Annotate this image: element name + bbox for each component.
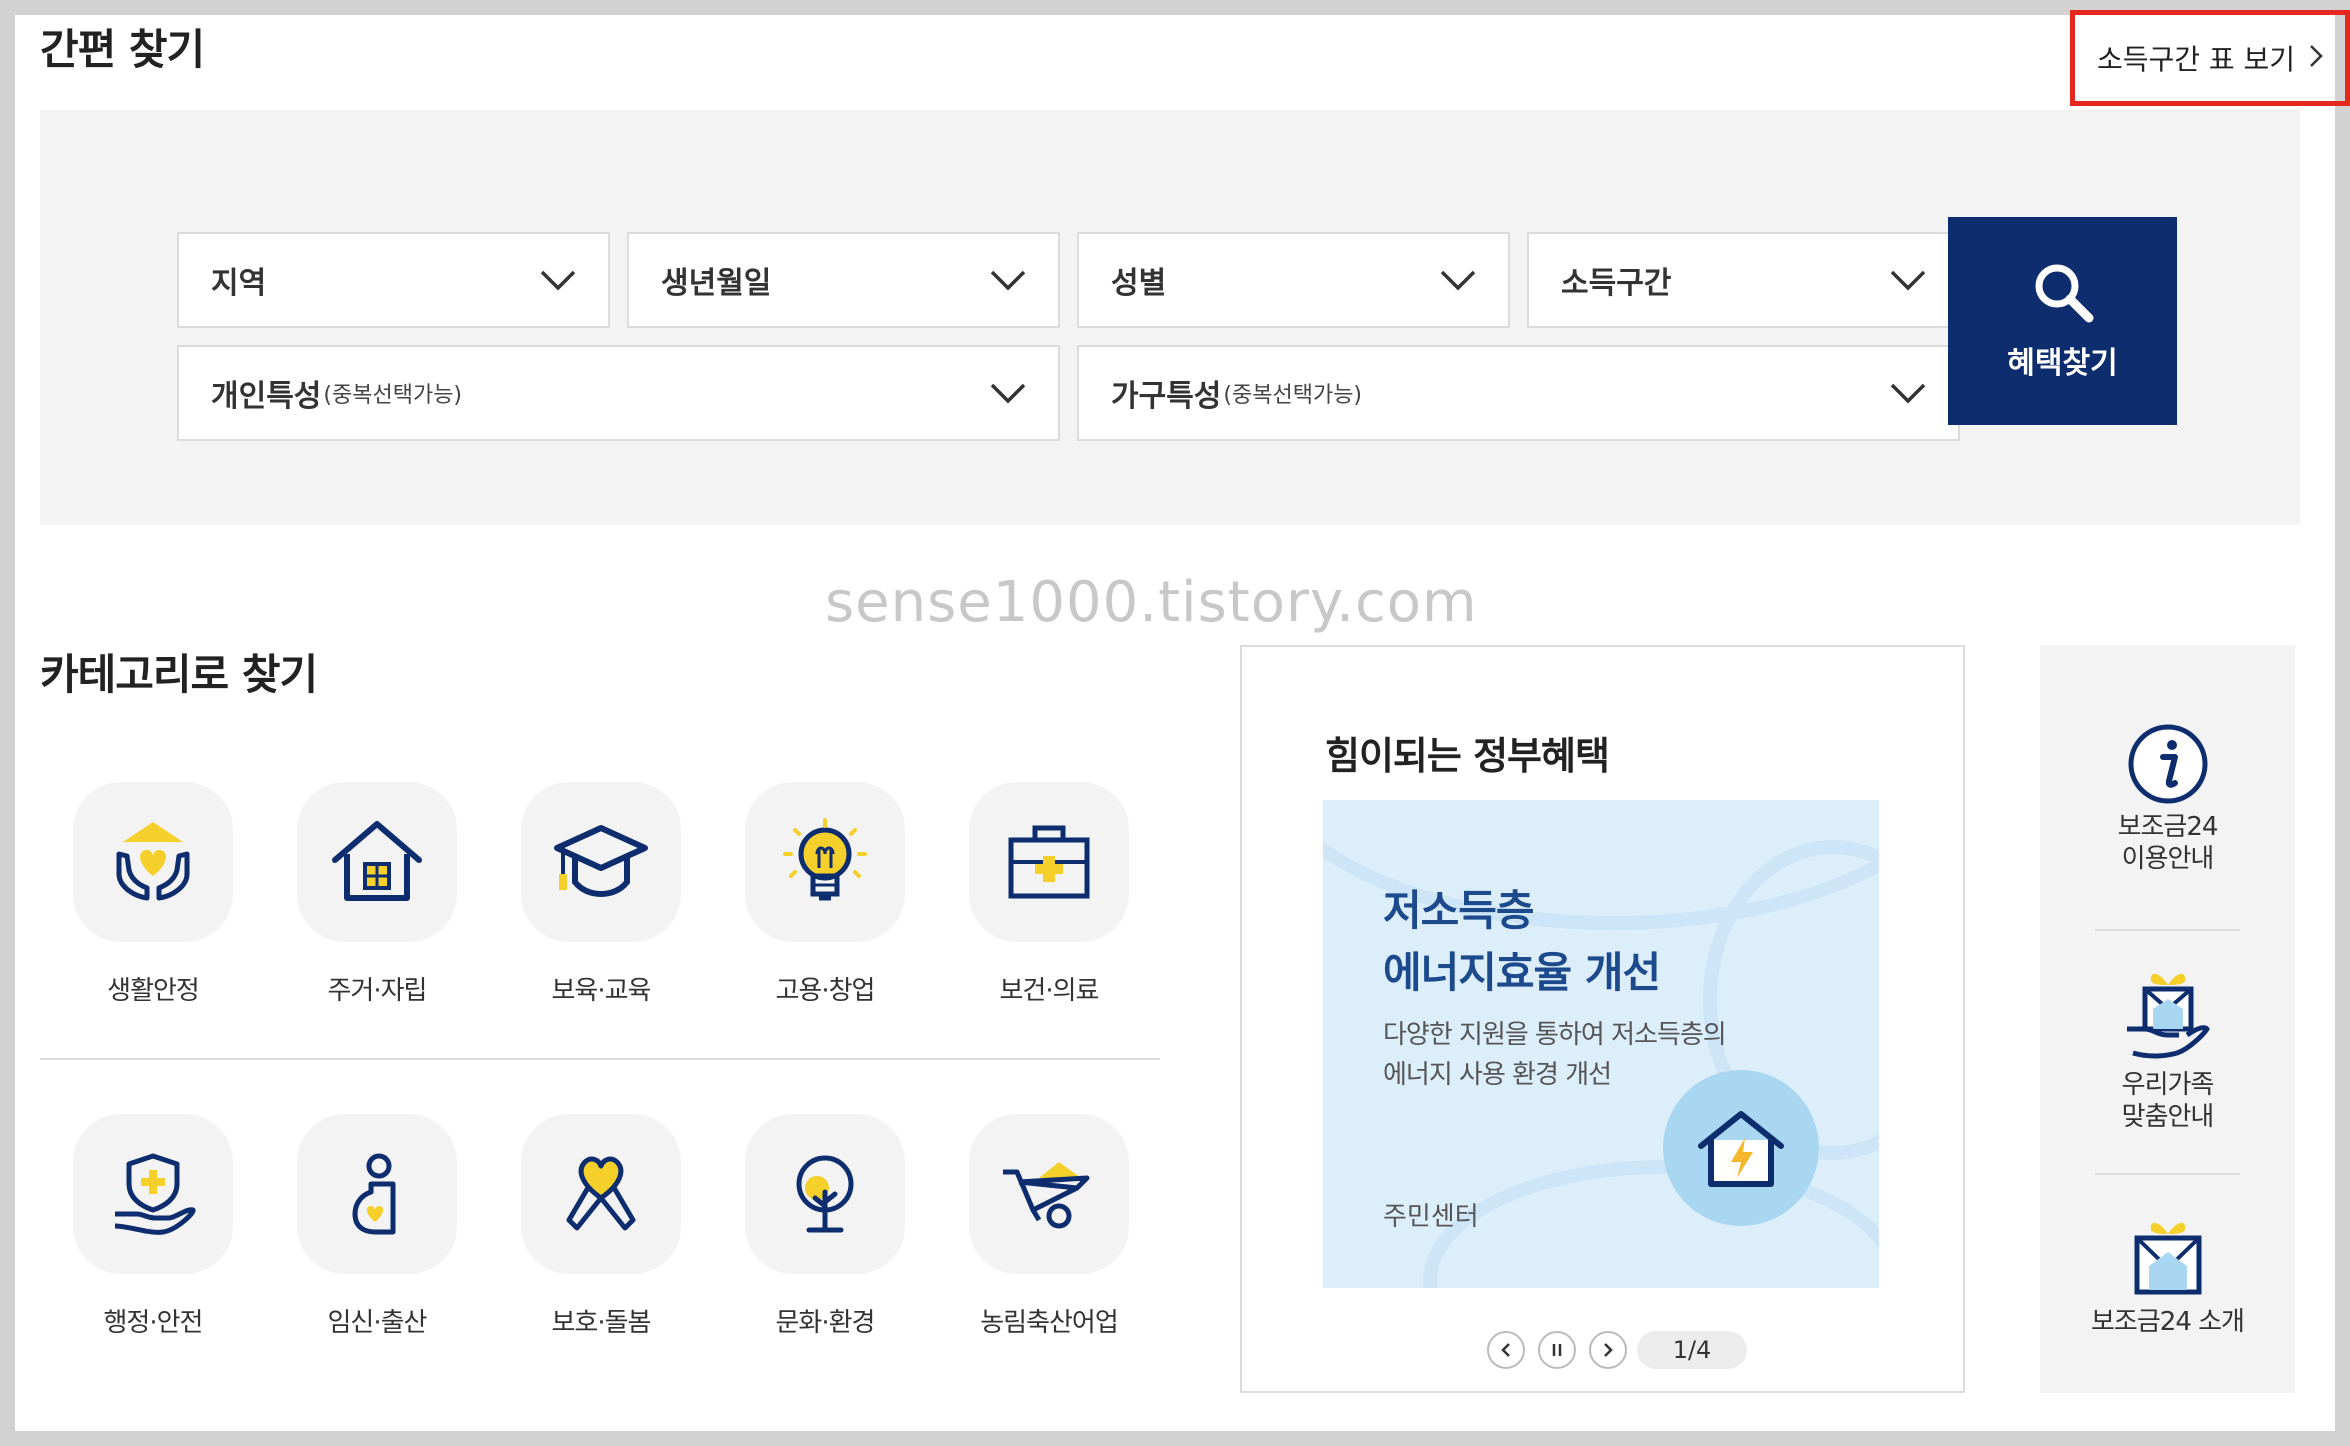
category-label: 고용·창업 [775,976,876,1006]
side-divider [2095,1173,2240,1175]
chevron-down-icon [1890,383,1926,404]
household-traits-note: (중복선택가능) [1223,383,1363,408]
income-table-link-label: 소득구간 표 보기 [2096,43,2296,76]
category-pregnancy-birth[interactable]: 임신·출산 [297,1114,457,1339]
find-benefits-button[interactable]: 혜택찾기 [1948,217,2177,425]
lightbulb-icon [783,818,867,901]
birthdate-select-label: 생년월일 [661,266,772,301]
category-childcare-education[interactable]: 보육·교육 [521,782,681,1007]
household-traits-label: 가구특성 [1111,379,1222,414]
category-label: 생활안정 [107,976,200,1006]
category-admin-safety[interactable]: 행정·안전 [73,1114,233,1339]
hands-heart-icon [116,822,190,901]
personal-traits-label: 개인특성 [211,379,322,414]
birthdate-select[interactable]: 생년월일 [627,232,1060,328]
side-family-guide[interactable]: 우리가족 맞춤안내 [2040,963,2295,1133]
pregnancy-icon [352,1153,396,1235]
region-select-label: 지역 [211,266,267,301]
benefit-banner[interactable]: 저소득층 에너지효율 개선 다양한 지원을 통하여 저소득층의 에너지 사용 환… [1323,800,1879,1288]
region-select[interactable]: 지역 [177,232,610,328]
quick-search-title: 간편 찾기 [40,25,205,74]
chevron-down-icon [540,270,576,291]
income-table-link[interactable]: 소득구간 표 보기 [2070,10,2350,106]
category-label: 행정·안전 [103,1308,204,1338]
pause-slide-button[interactable] [1538,1331,1576,1369]
category-protection-care[interactable]: 보호·돌봄 [521,1114,681,1339]
side-usage-guide-label: 보조금24 이용안내 [2117,812,2219,874]
banner-description: 다양한 지원을 통하여 저소득층의 에너지 사용 환경 개선 [1383,1015,1727,1095]
banner-desc-line1: 다양한 지원을 통하여 저소득층의 [1383,1020,1727,1050]
chevron-right-icon [2309,42,2323,75]
category-label: 주거·자립 [327,976,428,1006]
category-housing[interactable]: 주거·자립 [297,782,457,1007]
gender-select-label: 성별 [1111,266,1167,301]
family-gift-icon [2126,973,2209,1059]
pause-icon [1552,1344,1562,1356]
graduation-cap-icon [554,825,648,897]
chevron-right-icon [1604,1343,1613,1357]
chevron-down-icon [990,383,1026,404]
category-label: 임신·출산 [327,1308,428,1338]
next-slide-button[interactable] [1589,1331,1627,1369]
category-label: 보육·교육 [551,976,652,1006]
chevron-down-icon [1890,270,1926,291]
tree-icon [796,1155,854,1233]
slide-pager: 1/4 [1637,1331,1747,1369]
gov-benefits-title: 힘이되는 정부혜택 [1325,734,1610,778]
search-icon [2035,264,2093,323]
category-health-medical[interactable]: 보건·의료 [969,782,1129,1007]
side-family-guide-label: 우리가족 맞춤안내 [2121,1070,2215,1132]
category-agriculture-fisheries[interactable]: 농림축산어업 [969,1114,1129,1339]
chevron-down-icon [990,270,1026,291]
banner-heading-line2: 에너지효율 개선 [1383,948,1661,997]
ribbon-heart-icon [566,1156,636,1231]
category-label: 농림축산어업 [980,1308,1119,1338]
info-icon [2128,724,2207,804]
find-benefits-label: 혜택찾기 [2007,346,2118,381]
watermark: sense1000.tistory.com [825,570,1478,635]
personal-traits-select[interactable]: 개인특성 (중복선택가능) [177,345,1060,441]
page: 간편 찾기 소득구간 표 보기 지역 생년월일 성별 소득구간 개인특성 (중복선… [15,10,2350,1431]
side-usage-guide[interactable]: 보조금24 이용안내 [2040,723,2295,875]
medical-kit-icon [1008,825,1090,899]
gender-select[interactable]: 성별 [1077,232,1510,328]
category-label: 보호·돌봄 [551,1308,652,1338]
income-select[interactable]: 소득구간 [1527,232,1960,328]
category-title: 카테고리로 찾기 [40,650,318,699]
shield-hand-icon [114,1153,196,1235]
chevron-down-icon [1440,270,1476,291]
gift-box-icon [2134,1222,2201,1295]
category-divider [40,1058,1160,1060]
category-living-stability[interactable]: 생활안정 [73,782,233,1007]
prev-slide-button[interactable] [1487,1331,1525,1369]
category-culture-environment[interactable]: 문화·환경 [745,1114,905,1339]
income-select-label: 소득구간 [1561,266,1672,301]
house-icon [332,821,422,901]
personal-traits-note: (중복선택가능) [323,383,463,408]
banner-heading-line1: 저소득층 [1383,886,1535,935]
banner-heading: 저소득층 에너지효율 개선 [1383,880,1661,1004]
banner-desc-line2: 에너지 사용 환경 개선 [1383,1060,1612,1090]
side-divider [2095,929,2240,931]
category-employment-startup[interactable]: 고용·창업 [745,782,905,1007]
banner-organization: 주민센터 [1383,1202,1479,1232]
side-introduction-label: 보조금24 소개 [2091,1307,2245,1337]
chevron-left-icon [1501,1343,1510,1357]
category-label: 문화·환경 [775,1308,876,1338]
category-label: 보건·의료 [999,976,1100,1006]
wheelbarrow-icon [1003,1162,1090,1229]
side-introduction[interactable]: 보조금24 소개 [2040,1210,2295,1338]
energy-house-icon [1663,1070,1819,1226]
household-traits-select[interactable]: 가구특성 (중복선택가능) [1077,345,1960,441]
